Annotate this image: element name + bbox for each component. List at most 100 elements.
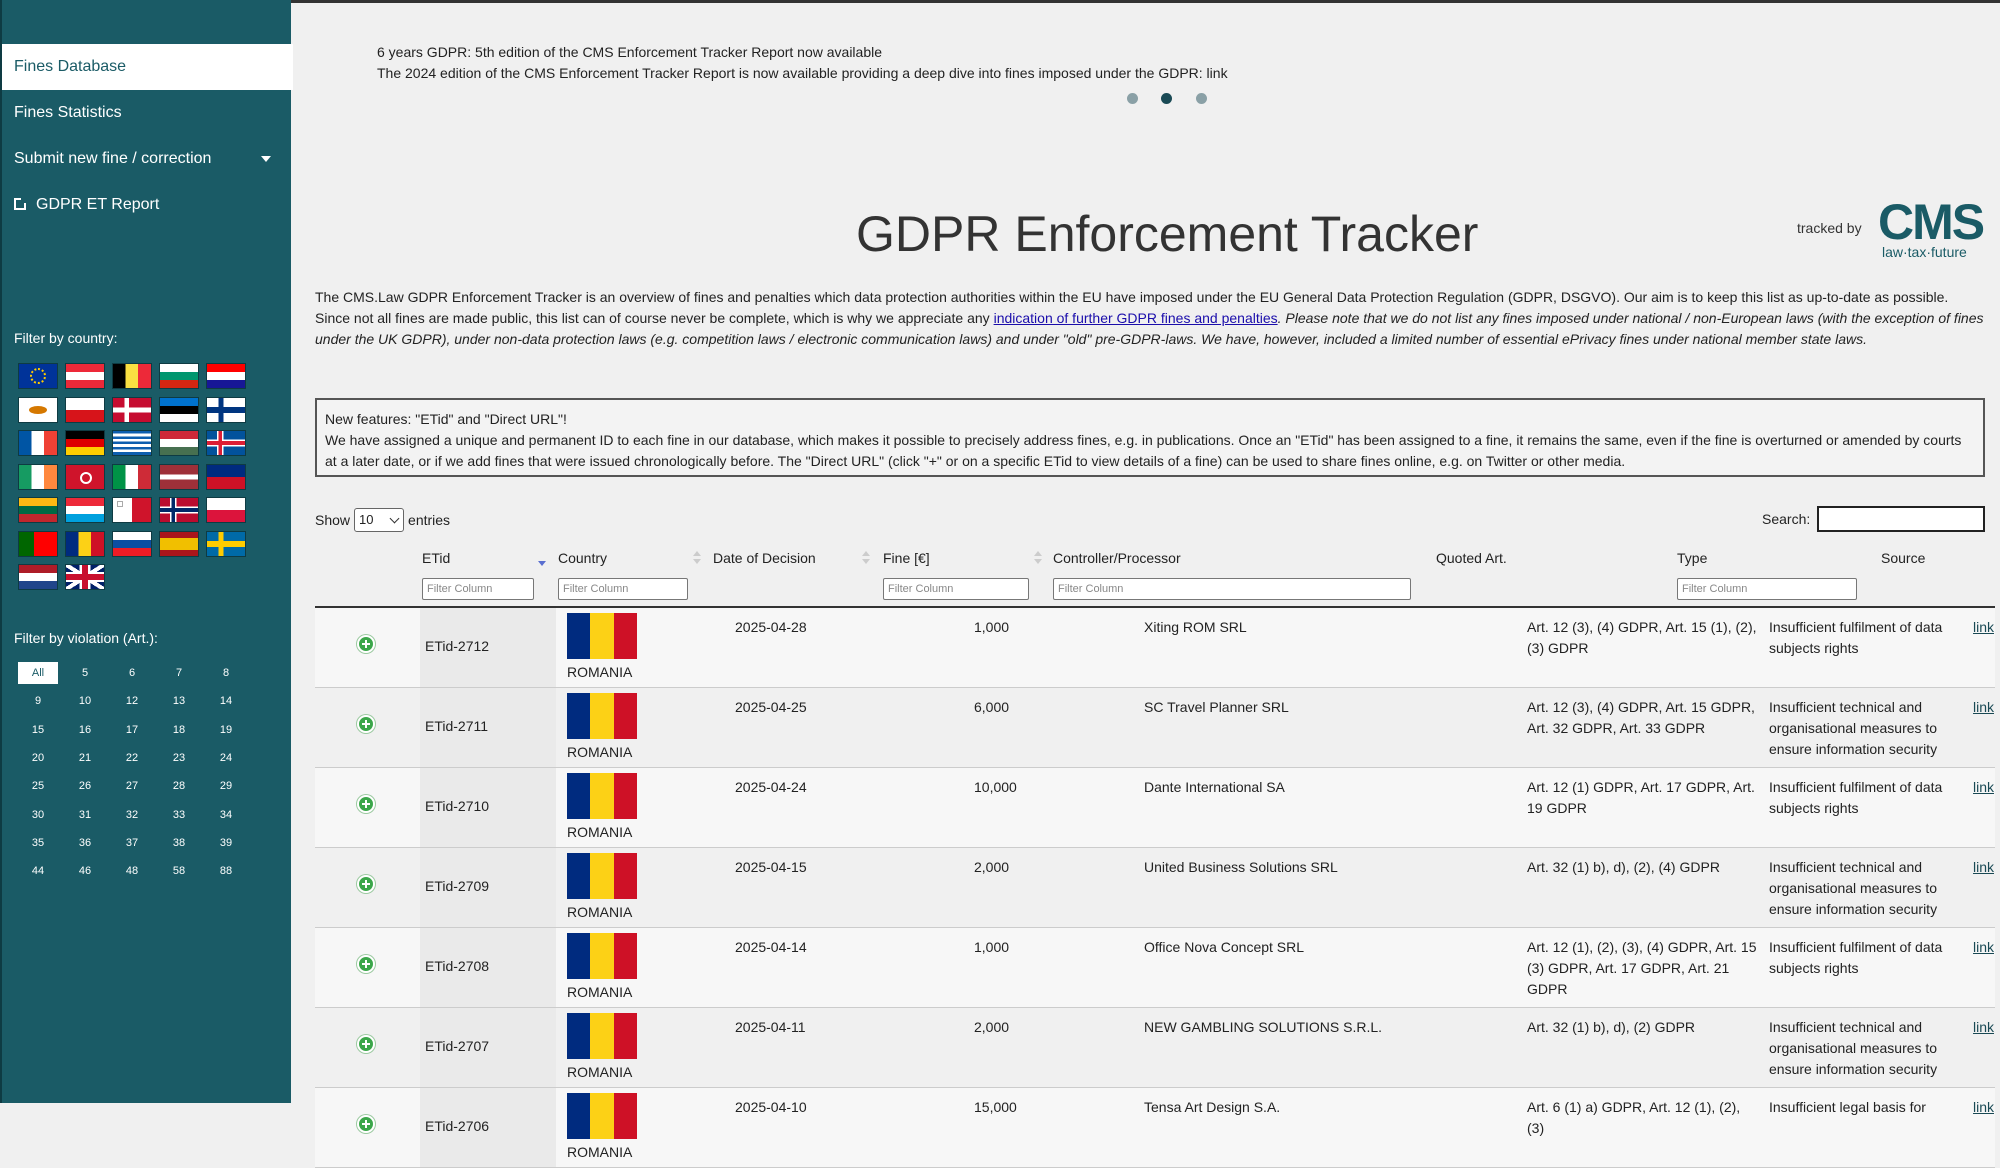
expand-plus-icon[interactable] [357,955,375,973]
table-row[interactable]: ETid-2707 ROMANIA 2025-04-11 2,000 NEW GAMBL… [315,1008,1995,1088]
etid-cell[interactable]: ETid-2706 [425,1116,489,1137]
sort-icon[interactable] [862,551,870,565]
flag-iceland[interactable] [206,430,246,456]
header-quoted-art[interactable]: Quoted Art. [1436,550,1507,566]
expand-plus-icon[interactable] [357,1115,375,1133]
etid-cell[interactable]: ETid-2711 [425,716,488,737]
flag-portugal[interactable] [18,530,58,557]
flag-greece[interactable] [112,430,152,456]
violation-art-34[interactable]: 34 [206,804,246,826]
violation-art-44[interactable]: 44 [18,860,58,882]
source-link[interactable]: link [1973,1097,1994,1118]
flag-liechtenstein[interactable] [206,463,246,490]
flag-denmark[interactable] [112,396,152,423]
flag-latvia[interactable] [159,463,199,490]
filter-country[interactable]: Filter Column [558,578,688,600]
violation-art-9[interactable]: 9 [18,690,58,712]
nav-fines-database[interactable]: Fines Database [2,44,293,90]
etid-cell[interactable]: ETid-2709 [425,876,489,897]
source-link[interactable]: link [1973,777,1994,798]
table-row[interactable]: ETid-2709 ROMANIA 2025-04-15 2,000 United Bu… [315,848,1995,928]
violation-art-39[interactable]: 39 [206,832,246,854]
violation-art-31[interactable]: 31 [65,804,105,826]
violation-art-23[interactable]: 23 [159,747,199,769]
etid-cell[interactable]: ETid-2708 [425,956,489,977]
violation-art-all[interactable]: All [18,662,58,684]
flag-bulgaria[interactable] [159,363,199,389]
carousel-dot-3[interactable] [1196,93,1207,104]
carousel-dot-1[interactable] [1127,93,1138,104]
sort-icon[interactable] [1034,551,1042,565]
filter-type[interactable]: Filter Column [1677,578,1857,600]
source-link[interactable]: link [1973,937,1994,958]
further-fines-link[interactable]: indication of further GDPR fines and pen… [994,310,1278,326]
nav-gdpr-et-report[interactable]: GDPR ET Report [2,182,293,228]
violation-art-58[interactable]: 58 [159,860,199,882]
flag-malta[interactable] [112,497,152,523]
violation-art-35[interactable]: 35 [18,832,58,854]
filter-etid[interactable]: Filter Column [422,578,534,600]
table-row[interactable]: ETid-2708 ROMANIA 2025-04-14 1,000 Office No… [315,928,1995,1008]
violation-art-36[interactable]: 36 [65,832,105,854]
header-fine[interactable]: Fine [€] [883,550,930,566]
header-date[interactable]: Date of Decision [713,550,816,566]
violation-art-37[interactable]: 37 [112,832,152,854]
flag-croatia[interactable] [206,363,246,389]
violation-art-24[interactable]: 24 [206,747,246,769]
cms-logo[interactable]: CMS [1878,196,1985,248]
violation-art-13[interactable]: 13 [159,690,199,712]
violation-art-48[interactable]: 48 [112,860,152,882]
flag-estonia[interactable] [159,396,199,423]
entries-select[interactable]: 10 [354,508,405,532]
violation-art-22[interactable]: 22 [112,747,152,769]
violation-art-7[interactable]: 7 [159,662,199,684]
violation-art-19[interactable]: 19 [206,719,246,741]
violation-art-15[interactable]: 15 [18,719,58,741]
header-controller[interactable]: Controller/Processor [1053,550,1181,566]
flag-germany[interactable] [65,430,105,456]
flag-belgium[interactable] [112,363,152,389]
violation-art-14[interactable]: 14 [206,690,246,712]
expand-plus-icon[interactable] [357,635,375,653]
violation-art-25[interactable]: 25 [18,775,58,797]
flag-poland[interactable] [206,497,246,523]
flag-spain[interactable] [159,530,199,557]
violation-art-16[interactable]: 16 [65,719,105,741]
flag-france[interactable] [18,430,58,456]
search-input[interactable] [1817,506,1985,532]
flag-ireland[interactable] [18,463,58,490]
sort-icon[interactable] [693,551,701,565]
flag-italy[interactable] [112,463,152,490]
nav-fines-statistics[interactable]: Fines Statistics [2,90,293,136]
violation-art-17[interactable]: 17 [112,719,152,741]
source-link[interactable]: link [1973,1017,1994,1038]
header-type[interactable]: Type [1677,550,1707,566]
flag-slovakia[interactable] [112,530,152,557]
violation-art-28[interactable]: 28 [159,775,199,797]
expand-plus-icon[interactable] [357,715,375,733]
flag-hungary[interactable] [159,430,199,456]
source-link[interactable]: link [1973,617,1994,638]
violation-art-30[interactable]: 30 [18,804,58,826]
violation-art-33[interactable]: 33 [159,804,199,826]
filter-fine[interactable]: Filter Column [883,578,1029,600]
header-etid[interactable]: ETid [422,550,450,566]
etid-cell[interactable]: ETid-2707 [425,1036,489,1057]
violation-art-26[interactable]: 26 [65,775,105,797]
flag-eu[interactable] [18,363,58,389]
nav-submit-fine[interactable]: Submit new fine / correction [2,136,293,182]
violation-art-20[interactable]: 20 [18,747,58,769]
violation-art-5[interactable]: 5 [65,662,105,684]
etid-cell[interactable]: ETid-2710 [425,796,489,817]
flag-sweden[interactable] [206,530,246,557]
expand-plus-icon[interactable] [357,875,375,893]
flag-czech-republic[interactable] [65,396,105,423]
violation-art-29[interactable]: 29 [206,775,246,797]
news-line-2[interactable]: The 2024 edition of the CMS Enforcement … [377,63,1228,84]
violation-art-32[interactable]: 32 [112,804,152,826]
filter-controller[interactable]: Filter Column [1053,578,1411,600]
violation-art-38[interactable]: 38 [159,832,199,854]
flag-lithuania[interactable] [18,497,58,523]
header-country[interactable]: Country [558,550,607,566]
sort-desc-icon[interactable] [538,555,546,569]
